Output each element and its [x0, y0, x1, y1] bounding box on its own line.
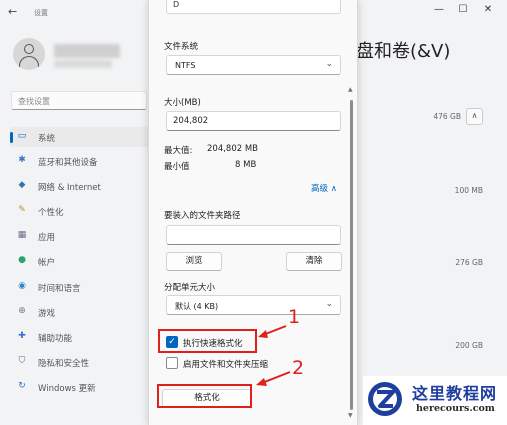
- watermark-logo-icon: [368, 382, 402, 416]
- arrow-2-line: [261, 371, 291, 384]
- watermark-name: 这里教程网: [412, 384, 498, 403]
- arrow-2-head: [256, 378, 267, 386]
- arrow-1-head: [258, 330, 268, 338]
- annotation-number-2: 2: [292, 357, 305, 379]
- annotation-arrows: [256, 325, 291, 386]
- watermark-url: herecours.com: [416, 403, 495, 414]
- annotation-number-1: 1: [288, 306, 301, 328]
